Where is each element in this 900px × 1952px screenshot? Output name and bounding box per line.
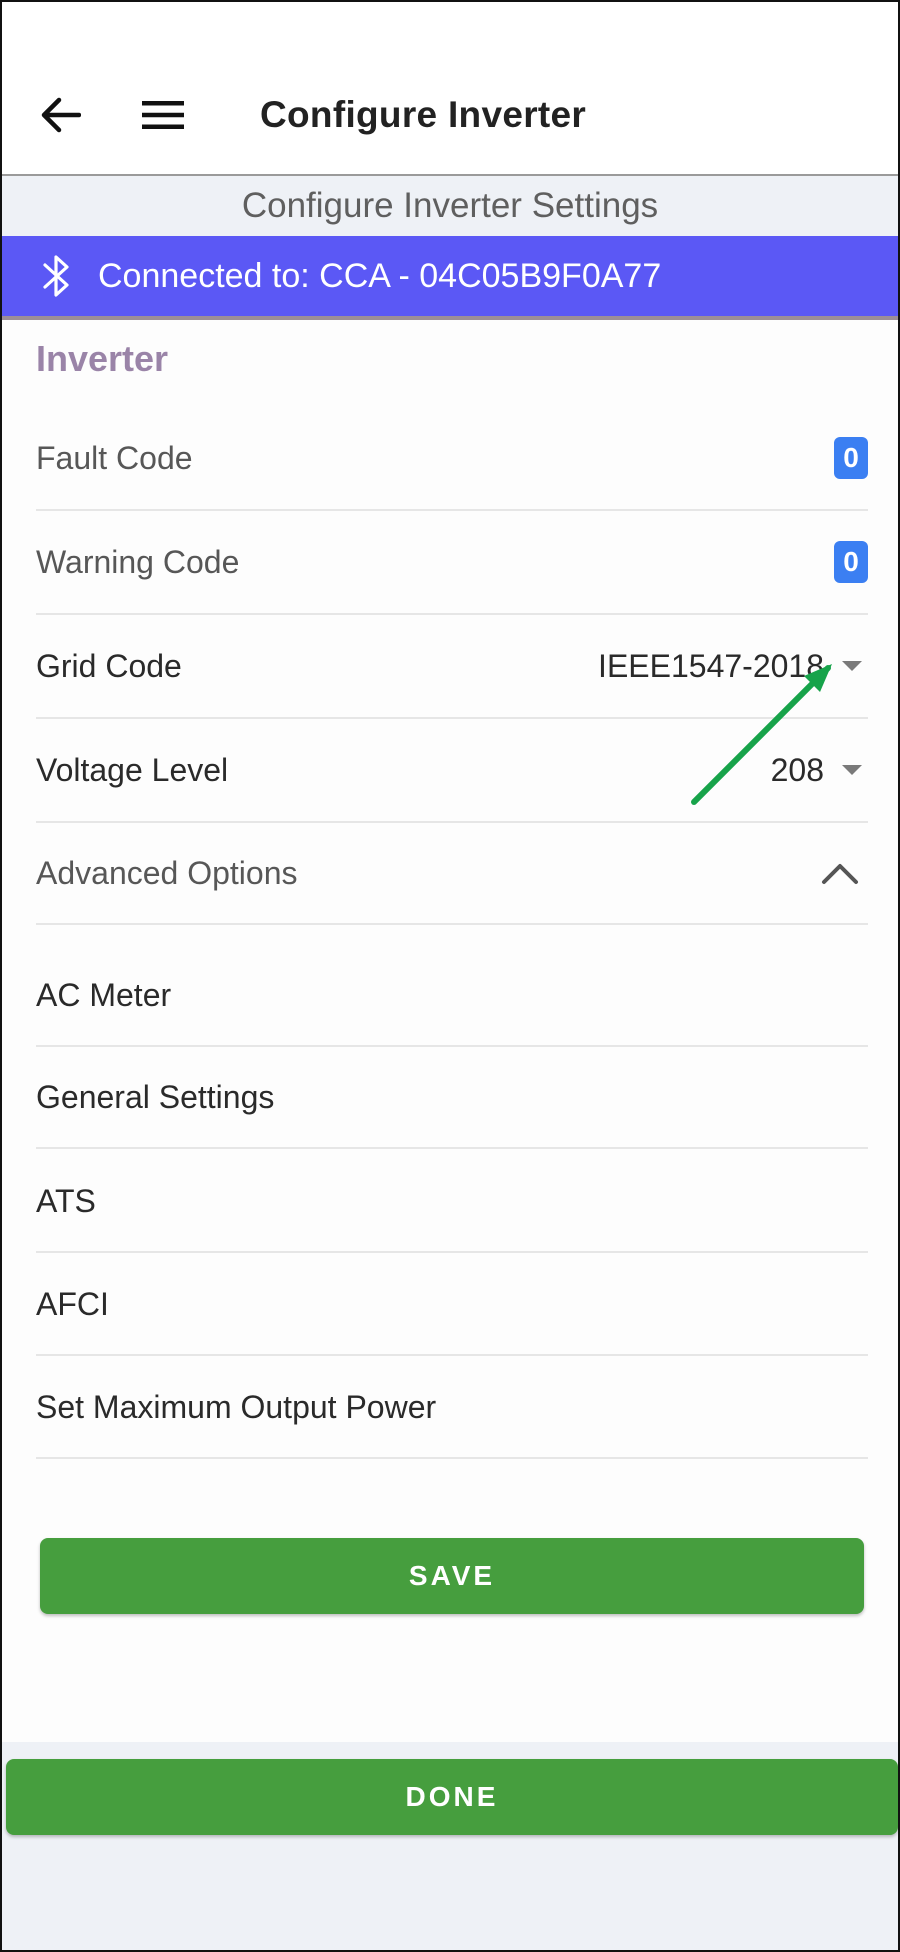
fault-code-badge: 0 (834, 437, 868, 479)
advanced-item-max-output-power[interactable]: Set Maximum Output Power (36, 1357, 868, 1459)
list-item-label: Set Maximum Output Power (36, 1388, 437, 1425)
list-item-label: AFCI (36, 1285, 109, 1322)
list-item-label: ATS (36, 1182, 96, 1219)
settings-subtitle: Configure Inverter Settings (2, 176, 898, 236)
advanced-options-label: Advanced Options (36, 854, 298, 891)
hamburger-menu-icon (142, 101, 184, 129)
arrow-left-icon (41, 97, 81, 133)
advanced-options-toggle[interactable]: Advanced Options (36, 823, 868, 925)
back-button[interactable] (38, 92, 84, 138)
advanced-item-ac-meter[interactable]: AC Meter (36, 945, 868, 1047)
bluetooth-icon (42, 252, 78, 300)
fault-code-row: Fault Code 0 (36, 407, 868, 511)
list-item-label: General Settings (36, 1078, 275, 1115)
section-title-inverter: Inverter (36, 338, 169, 379)
app-screen: Configure Inverter Configure Inverter Se… (0, 0, 900, 1952)
advanced-item-ats[interactable]: ATS (36, 1151, 868, 1253)
connection-status-text: Connected to: CCA - 04C05B9F0A77 (98, 256, 662, 295)
warning-code-label: Warning Code (36, 543, 240, 580)
app-bar: Configure Inverter (2, 2, 898, 176)
done-button[interactable]: DONE (6, 1759, 898, 1835)
warning-code-row: Warning Code 0 (36, 511, 868, 615)
fault-code-label: Fault Code (36, 439, 193, 476)
voltage-level-label: Voltage Level (36, 751, 229, 788)
save-button[interactable]: SAVE (40, 1538, 864, 1614)
grid-code-label: Grid Code (36, 647, 182, 684)
advanced-item-afci[interactable]: AFCI (36, 1254, 868, 1356)
menu-button[interactable] (138, 92, 188, 138)
advanced-item-general-settings[interactable]: General Settings (36, 1047, 868, 1149)
chevron-up-icon (822, 864, 858, 884)
page-title: Configure Inverter (260, 94, 587, 135)
warning-code-badge: 0 (834, 541, 868, 583)
connection-status-bar: Connected to: CCA - 04C05B9F0A77 (2, 236, 898, 320)
list-item-label: AC Meter (36, 976, 172, 1013)
green-arrow-icon (691, 664, 832, 805)
